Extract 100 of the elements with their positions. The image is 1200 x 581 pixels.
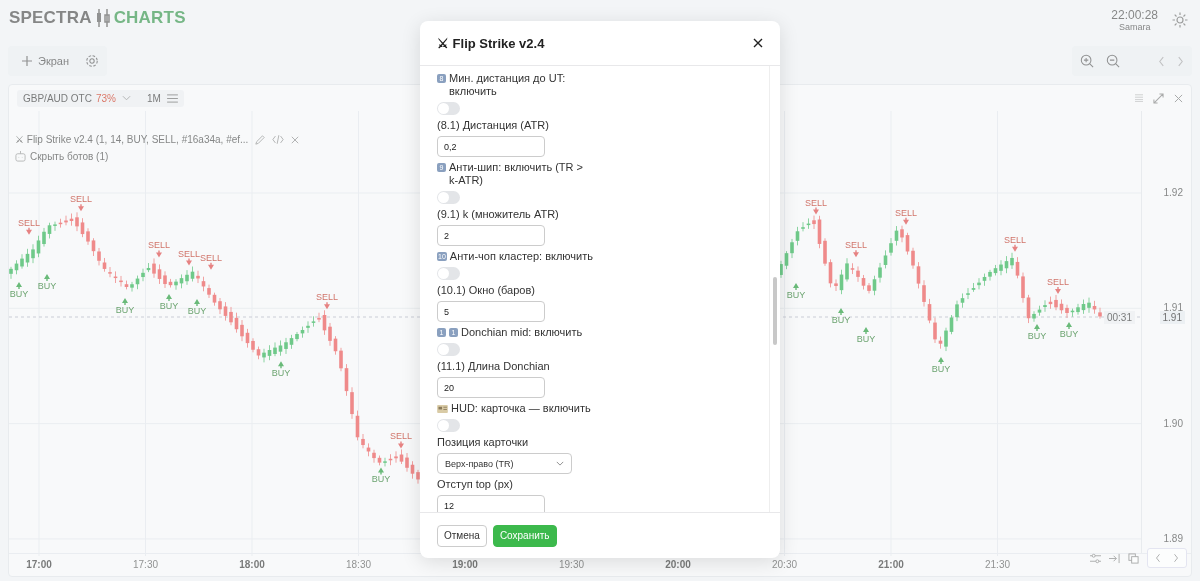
zoom-out-icon[interactable] [1106, 54, 1120, 68]
arrow-up-icon [838, 308, 844, 315]
sun-icon[interactable] [1172, 12, 1188, 28]
close-icon[interactable] [753, 38, 763, 48]
select-dropdown[interactable]: Верх-право (TR) [437, 453, 572, 474]
symbol-label[interactable]: GBP/AUD OTC [23, 92, 92, 104]
number-input[interactable]: 12 [437, 495, 545, 512]
chevron-left-icon[interactable] [1155, 553, 1161, 563]
arrow-down-icon [813, 207, 819, 215]
sell-signal-label: SELL [200, 252, 222, 263]
sell-signal-label: SELL [148, 240, 170, 251]
buy-signal-label: BUY [159, 301, 179, 311]
number-input[interactable]: 20 [437, 377, 545, 398]
toggle-switch[interactable] [437, 343, 460, 356]
current-price-label: 1.91 [1159, 311, 1185, 324]
x-axis-label: 19:30 [559, 559, 584, 570]
number-input[interactable]: 0,2 [437, 136, 545, 157]
field-label: Отступ top (px) [437, 478, 513, 491]
plus-icon [22, 56, 32, 66]
buy-signal-label: BUY [9, 289, 29, 299]
field-label: (10.1) Окно (баров) [437, 284, 535, 297]
buy-signal-label: BUY [931, 364, 951, 374]
buy-signal-label: BUY [831, 315, 851, 325]
sell-signal-label: SELL [1004, 234, 1026, 245]
card-icon [437, 405, 448, 413]
toggle-switch[interactable] [437, 102, 460, 115]
buy-signal-label: BUY [1059, 329, 1079, 339]
toggle-switch[interactable] [437, 191, 460, 204]
arrow-down-icon [156, 250, 162, 258]
x-axis-label: 21:00 [878, 559, 904, 570]
expand-icon[interactable] [1153, 92, 1164, 104]
buy-signal-label: BUY [37, 281, 57, 291]
x-axis-label: 20:30 [772, 559, 797, 570]
sell-signal-label: SELL [805, 197, 827, 208]
y-axis-label: 1.92 [1163, 187, 1183, 198]
field-label: Анти-шип: включить (TR > k-ATR) [449, 161, 584, 187]
buy-signal-label: BUY [187, 305, 207, 316]
field-label: (11.1) Длина Donchian [437, 360, 550, 373]
scrollbar-thumb[interactable] [773, 277, 777, 345]
buy-signal-label: BUY [271, 368, 291, 379]
arrow-up-icon [378, 467, 384, 475]
cancel-button[interactable]: Отмена [437, 524, 487, 547]
field-label: Мин. дистанция до UT: включить [449, 72, 567, 98]
sliders-icon[interactable] [1090, 552, 1101, 564]
robot-icon [15, 151, 26, 162]
buy-signal-label: BUY [856, 334, 876, 344]
x-axis-label: 18:00 [239, 559, 265, 570]
arrow-right-to-line-icon[interactable] [1109, 552, 1120, 564]
arrow-up-icon [1034, 324, 1040, 332]
y-axis-label: 1.91 [1163, 302, 1183, 314]
sell-signal-label: SELL [316, 292, 338, 303]
chevron-right-icon[interactable] [1173, 553, 1179, 563]
x-axis-label: 20:00 [665, 559, 691, 570]
buy-signal-label: BUY [786, 290, 806, 300]
arrow-up-icon [863, 327, 869, 334]
arrow-down-icon [208, 262, 214, 270]
timeframe-label[interactable]: 1M [146, 92, 161, 104]
pencil-icon[interactable] [255, 134, 266, 145]
y-axis-label: 1.89 [1163, 532, 1183, 544]
chevron-left-icon[interactable] [1158, 55, 1165, 67]
arrow-up-icon [938, 357, 944, 364]
timezone-label: Samara [1118, 22, 1151, 32]
arrow-down-icon [324, 302, 330, 310]
settings-icon[interactable] [85, 54, 100, 68]
arrow-up-icon [16, 282, 22, 289]
copy-icon[interactable] [1128, 552, 1139, 564]
menu-icon[interactable] [166, 93, 178, 103]
countdown-label: 00:31 [1103, 311, 1135, 324]
toggle-switch[interactable] [437, 419, 460, 432]
number-input[interactable]: 5 [437, 301, 545, 322]
field-label: Позиция карточки [437, 436, 529, 449]
toggle-switch[interactable] [437, 267, 460, 280]
logo-text: CHARTS [113, 8, 186, 28]
sell-signal-label: SELL [1047, 276, 1069, 287]
arrow-up-icon [278, 361, 284, 369]
indicator-label: ⚔ Flip Strike v2.4 (1, 14, BUY, SELL, #16a34a, #ef... [15, 134, 249, 145]
sell-signal-label: SELL [845, 240, 867, 251]
sell-signal-label: SELL [390, 431, 412, 442]
arrow-up-icon [44, 274, 50, 281]
code-icon[interactable] [272, 135, 285, 144]
arrow-up-icon [194, 298, 200, 306]
arrow-down-icon [853, 250, 859, 258]
clock-time: 22:00:28 [1111, 8, 1158, 22]
x-axis-label: 17:00 [26, 559, 52, 570]
zoom-in-icon[interactable] [1080, 54, 1094, 68]
chevron-right-icon[interactable] [1177, 55, 1184, 67]
arrow-up-icon [166, 294, 172, 301]
list-icon[interactable] [1135, 94, 1143, 102]
arrow-up-icon [793, 283, 799, 290]
arrow-down-icon [1012, 244, 1018, 252]
x-axis-label: 21:30 [985, 559, 1010, 570]
logo-text: SPECTRA [9, 8, 92, 28]
hide-bots-link[interactable]: Скрыть ботов (1) [30, 151, 109, 162]
arrow-up-icon [1066, 322, 1072, 329]
field-label: Анти-чоп кластер: включить [449, 250, 593, 263]
chevron-down-icon[interactable] [121, 95, 131, 101]
x-axis-label: 19:00 [452, 559, 478, 570]
buy-signal-label: BUY [371, 474, 391, 485]
field-label: HUD: карточка — включить [451, 402, 591, 415]
number-input[interactable]: 2 [437, 225, 545, 246]
